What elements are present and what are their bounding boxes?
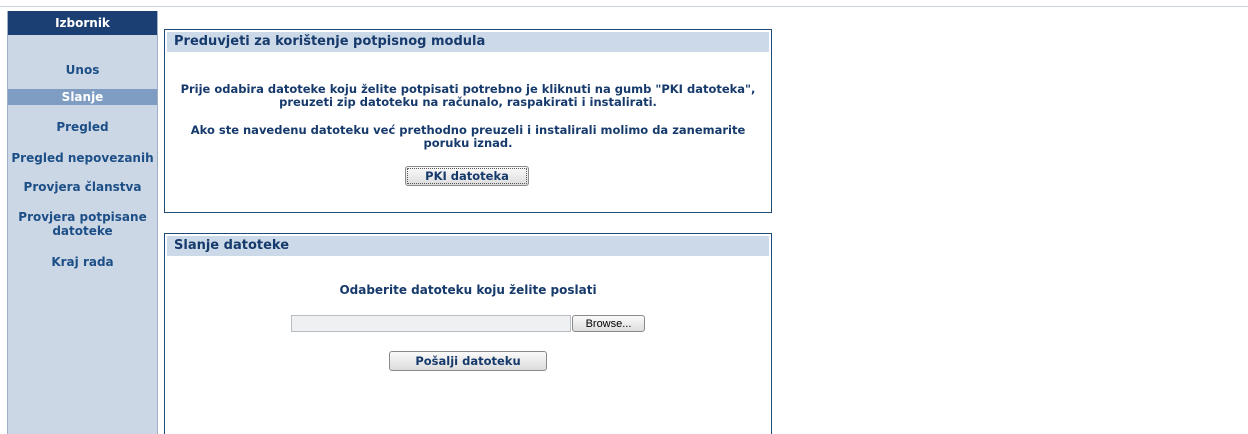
send-file-button[interactable]: Pošalji datoteku [389,351,547,371]
sidebar-item-slanje[interactable]: Slanje [8,89,157,105]
sidebar-item-unos[interactable]: Unos [8,63,157,77]
file-upload-panel: Slanje datoteke Odaberite datoteku koju … [164,233,772,434]
sidebar-item-provjera-clanstva[interactable]: Provjera članstva [8,180,157,194]
browse-button[interactable]: Browse... [572,315,645,332]
prerequisites-text-line-4: poruku iznad. [423,136,513,150]
sidebar-item-provjera-potpisane-datoteke[interactable]: Provjera potpisane datoteke [8,210,157,238]
sidebar-menu: Izbornik Unos Slanje Pregled Pregled nep… [7,11,158,434]
file-path-field[interactable] [291,315,571,332]
sidebar-title: Izbornik [8,11,157,35]
sidebar-item-pregled[interactable]: Pregled [8,120,157,134]
prerequisites-panel-title: Preduvjeti za korištenje potpisnog modul… [165,30,771,54]
pki-datoteka-button[interactable]: PKI datoteka [405,166,529,186]
prerequisites-panel: Preduvjeti za korištenje potpisnog modul… [164,29,772,213]
sidebar-item-kraj-rada[interactable]: Kraj rada [8,255,157,269]
file-upload-panel-title: Slanje datoteke [165,234,771,258]
sidebar-item-pregled-nepovezanih[interactable]: Pregled nepovezanih [8,151,157,165]
upload-instruction: Odaberite datoteku koju želite poslati [339,283,597,297]
top-divider [0,6,1248,7]
prerequisites-text-line-2: preuzeti zip datoteku na računalo, raspa… [279,95,657,109]
